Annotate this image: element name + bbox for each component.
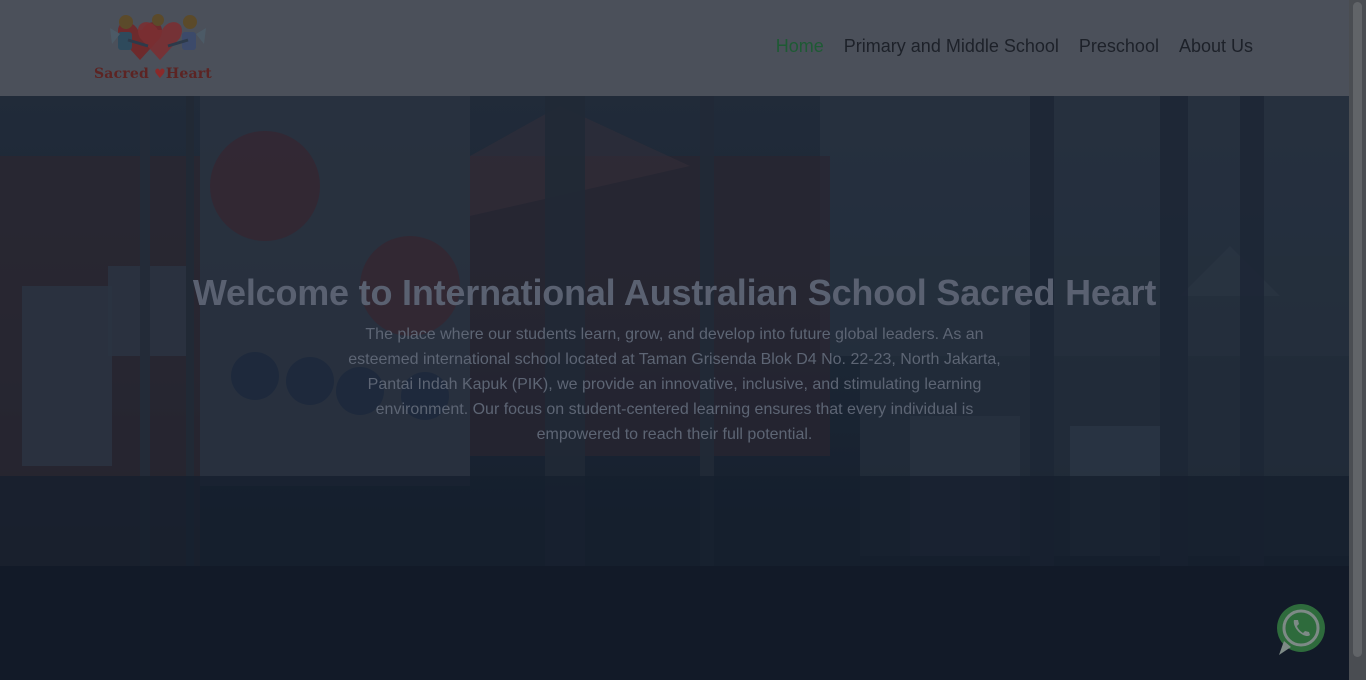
whatsapp-icon <box>1277 604 1325 655</box>
site-header: Sacred ♥Heart Home Primary and Middle Sc… <box>0 0 1349 96</box>
scrollbar-thumb[interactable] <box>1353 2 1362 657</box>
hero-description: The place where our students learn, grow… <box>348 326 1001 443</box>
nav-home[interactable]: Home <box>776 36 824 57</box>
logo-children-icon <box>110 14 206 60</box>
heart-icon: ♥ <box>154 67 166 82</box>
whatsapp-button[interactable] <box>1273 601 1329 657</box>
scrollbar[interactable] <box>1349 0 1366 680</box>
nav-preschool[interactable]: Preschool <box>1079 36 1159 57</box>
nav-about-us[interactable]: About Us <box>1179 36 1253 57</box>
logo[interactable]: Sacred ♥Heart <box>94 10 224 86</box>
logo-text: Sacred ♥Heart <box>94 66 224 82</box>
logo-text-left: Sacred <box>94 66 149 82</box>
page: Sacred ♥Heart Home Primary and Middle Sc… <box>0 0 1366 680</box>
logo-text-right: Heart <box>165 66 212 82</box>
hero-section: Welcome to International Australian Scho… <box>0 96 1349 680</box>
main-nav: Home Primary and Middle School Preschool… <box>776 36 1253 57</box>
nav-primary-middle-school[interactable]: Primary and Middle School <box>844 36 1059 57</box>
hero-title: Welcome to International Australian Scho… <box>192 272 1157 313</box>
